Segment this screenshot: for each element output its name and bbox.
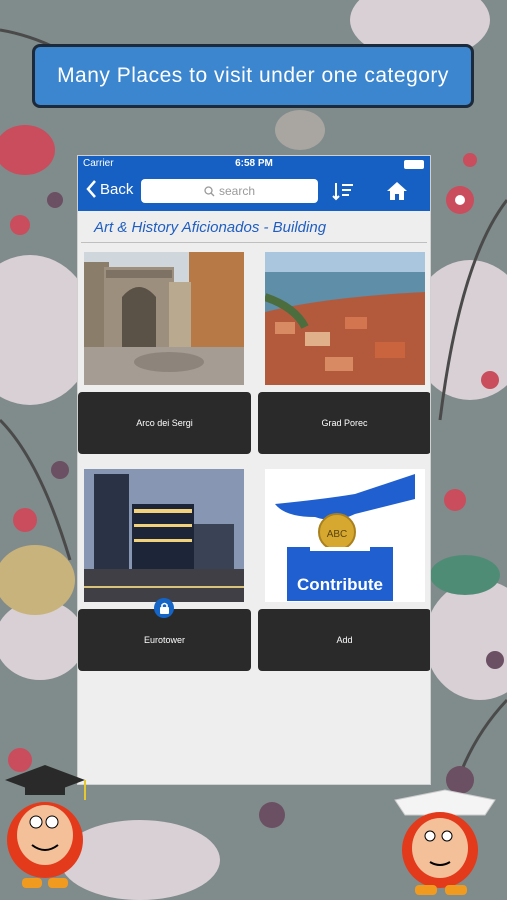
- card-grad-porec[interactable]: Grad Porec: [258, 392, 430, 454]
- sort-icon[interactable]: [332, 180, 354, 202]
- status-bar: Carrier 6:58 PM: [78, 156, 430, 173]
- coin-letters: ABC: [327, 529, 348, 540]
- card-label: Add: [336, 635, 353, 645]
- card-label: Grad Porec: [321, 418, 368, 428]
- back-button[interactable]: Back: [86, 180, 133, 198]
- promo-banner: Many Places to visit under one category: [32, 44, 474, 108]
- banner-text: Many Places to visit under one category: [57, 64, 449, 87]
- card-label: Arco dei Sergi: [136, 418, 193, 428]
- phone-screen: Carrier 6:58 PM Back search Art & Histor…: [77, 155, 431, 785]
- contribute-text: Contribute: [297, 575, 383, 594]
- nav-bar: Back search: [78, 173, 430, 211]
- card-image-grad-porec[interactable]: [265, 252, 425, 385]
- card-label: Eurotower: [143, 635, 186, 645]
- lock-icon: [154, 598, 174, 618]
- chef-mascot: [394, 789, 496, 895]
- graduate-mascot: [5, 765, 86, 888]
- card-image-contribute[interactable]: Contribute ABC: [265, 469, 425, 602]
- divider: [81, 242, 427, 243]
- home-icon[interactable]: [386, 180, 408, 202]
- card-image-arco-dei-sergi[interactable]: [84, 252, 244, 385]
- search-input[interactable]: search: [141, 179, 318, 203]
- category-title: Art & History Aficionados - Building: [94, 219, 327, 236]
- card-arco-dei-sergi[interactable]: Arco dei Sergi: [78, 392, 251, 454]
- status-time: 6:58 PM: [235, 158, 273, 169]
- search-icon: [204, 185, 215, 196]
- search-placeholder: search: [218, 184, 256, 198]
- card-image-eurotower[interactable]: [84, 469, 244, 602]
- card-add[interactable]: Add: [258, 609, 430, 671]
- back-label: Back: [100, 180, 134, 198]
- battery-icon: [404, 160, 424, 169]
- card-eurotower[interactable]: Eurotower: [78, 609, 251, 671]
- chevron-left-icon: [86, 180, 96, 198]
